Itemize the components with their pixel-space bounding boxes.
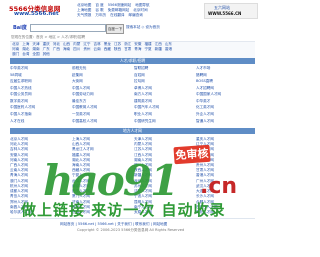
directory-link[interactable]: 58同城 — [10, 73, 69, 78]
directory-link[interactable]: 中华英才网 — [10, 66, 69, 71]
directory-link[interactable]: 上海人才网 — [72, 137, 131, 141]
region-link[interactable]: 其他 — [43, 52, 50, 57]
watermark-tld: .cn — [200, 174, 238, 199]
region-link[interactable]: 全国 — [32, 52, 39, 57]
nav-link[interactable]: 在线翻译 — [110, 13, 124, 18]
footer-divider — [10, 218, 255, 219]
directory-link[interactable]: 中国劳动力网 — [72, 92, 131, 97]
directory-link[interactable]: 人才市场 — [196, 66, 255, 71]
directory-link[interactable]: 外企人才网 — [196, 112, 255, 117]
region-link[interactable]: 云南 — [94, 47, 101, 52]
directory-link[interactable]: 卓博人才网 — [134, 86, 193, 91]
directory-link[interactable]: 一览英才网 — [72, 112, 131, 117]
directory-link[interactable]: 中国人才热线 — [10, 86, 69, 91]
directory-link[interactable]: 中国高校人才网 — [72, 119, 131, 124]
directory-link[interactable]: 化工英才网 — [196, 105, 255, 110]
region-link[interactable]: 甘肃 — [124, 47, 131, 52]
region-link[interactable]: 贵州 — [83, 47, 90, 52]
watermark-badge: 免审核 — [173, 144, 211, 165]
directory-link[interactable]: 贵州人才网 — [196, 163, 255, 167]
directory-link[interactable]: 中国医药人才网 — [10, 105, 69, 110]
region-link[interactable]: 西藏 — [104, 47, 111, 52]
directory-link[interactable]: 中国国家人才网 — [196, 92, 255, 97]
region-link[interactable]: 宁夏 — [144, 47, 151, 52]
site-url[interactable]: www.5566.net — [14, 11, 59, 17]
region-link[interactable]: 香港 — [165, 47, 172, 52]
directory-link[interactable]: 北京人才网 — [10, 137, 69, 141]
directory-link[interactable]: 重庆人才网 — [196, 137, 255, 141]
breadcrumb: 您现在的位置：首页 > 地区 > 人才/求职/招聘 — [11, 35, 86, 39]
footer-links[interactable]: 网站首页 | 5566.net | 5566.net | 关于我们 | 联系我们… — [60, 222, 167, 227]
directory-link[interactable]: 职业人才网 — [134, 112, 193, 117]
directory-link[interactable]: 人才招聘网 — [196, 86, 255, 91]
directory-link[interactable]: 建筑英才网 — [134, 99, 193, 104]
directory-link[interactable]: 黑龙江人才网 — [72, 147, 131, 151]
directory-link[interactable]: 百姓网 — [134, 73, 193, 78]
region-link[interactable]: 台湾 — [22, 52, 29, 57]
directory-link[interactable]: 赶集网 — [72, 73, 131, 78]
link-grid: 中华英才网 前程无忧 智联招聘 人才市场 58同城 赶集网 百姓网 猎聘网应届生求职网 大街网拉… — [10, 66, 255, 124]
directory-link[interactable]: 中国公务员网 — [10, 92, 69, 97]
region-link[interactable]: 新疆 — [155, 47, 162, 52]
search-input[interactable] — [30, 24, 106, 32]
watermark-slogan: 做上链接 来访一次 自动收录 — [21, 201, 226, 219]
region-link[interactable]: 澳门 — [12, 52, 19, 57]
region-link[interactable]: 陕西 — [114, 47, 121, 52]
section-header: 地方人才网 — [10, 128, 255, 134]
directory-link[interactable]: 中国教育人才网 — [72, 105, 131, 110]
section-header: 人才/求职/招聘 — [10, 58, 255, 64]
directory-link[interactable]: 猎聘网 — [196, 73, 255, 78]
directory-link[interactable]: 最佳东方 — [72, 99, 131, 104]
nav-link[interactable]: 邮编查询 — [129, 13, 143, 18]
top-nav: 北京地图 百 度 5566测速网站 地图导航 上海地图 谷 歌 免费邮箱网站 北… — [77, 3, 191, 18]
directory-link[interactable]: 人才在线 — [10, 119, 69, 124]
directory-link[interactable]: 智联招聘 — [134, 66, 193, 71]
partner-badge-url: WWW.5566.CN — [208, 11, 242, 16]
directory-link[interactable]: 智通人才网 — [196, 119, 255, 124]
search-extra-links[interactable]: 搜索本站 ◇ 设为首页 — [126, 25, 160, 30]
directory-link[interactable]: 中国人才网 — [72, 86, 131, 91]
top-nav-row-3: 天气预报 万年历 在线翻译 邮编查询 — [77, 13, 191, 18]
directory-link[interactable]: 吉林人才网 — [10, 147, 69, 151]
directory-link[interactable]: 拉勾网 — [134, 79, 193, 84]
region-link[interactable]: 四川 — [73, 47, 80, 52]
region-link[interactable]: 海南 — [63, 47, 70, 52]
directory-link[interactable]: 中国人才指南 — [10, 112, 69, 117]
directory-link[interactable]: 山西人才网 — [72, 142, 131, 146]
directory-link[interactable]: 中国研究生网 — [134, 119, 193, 124]
nav-link[interactable]: 天气预报 — [77, 13, 91, 18]
region-link[interactable]: 青海 — [134, 47, 141, 52]
directory-link[interactable]: 中国汽车人才网 — [134, 105, 193, 110]
directory-link[interactable]: 应届生求职网 — [10, 79, 69, 84]
region-row: 澳门 台湾 全国 其他 — [10, 52, 255, 57]
nav-link[interactable]: 万年历 — [95, 13, 106, 18]
partner-badge[interactable]: 五六网站 WWW.5566.CN — [204, 3, 258, 19]
directory-link[interactable]: BOSS直聘 — [196, 79, 255, 84]
directory-link[interactable]: 甘肃人才网 — [196, 168, 255, 172]
directory-link[interactable]: 数字英才网 — [10, 99, 69, 104]
directory-link[interactable]: 前程无忧 — [72, 66, 131, 71]
region-link[interactable]: 广西 — [53, 47, 60, 52]
search-button[interactable]: 百度一下 — [106, 24, 124, 34]
watermark-logo: hao91 — [43, 156, 179, 205]
directory-link[interactable]: 天津人才网 — [134, 137, 193, 141]
directory-link[interactable]: 大街网 — [72, 79, 131, 84]
directory-link[interactable]: 南方人才网 — [134, 92, 193, 97]
directory-link[interactable]: 中华英才 — [196, 99, 255, 104]
region-nav: 北京 上海 天津 重庆 河北 山西 内蒙 辽宁 吉林 黑龙 江苏 浙江 安徽 福建 江西 山东 河南 湖北 湖南广… — [10, 41, 255, 58]
footer-copyright: Copyright © 2006-2023 5566分类信息网 All Righ… — [77, 228, 185, 232]
directory-link[interactable]: 河北人才网 — [10, 142, 69, 146]
search-engine-logo: Bai度 — [13, 25, 27, 31]
